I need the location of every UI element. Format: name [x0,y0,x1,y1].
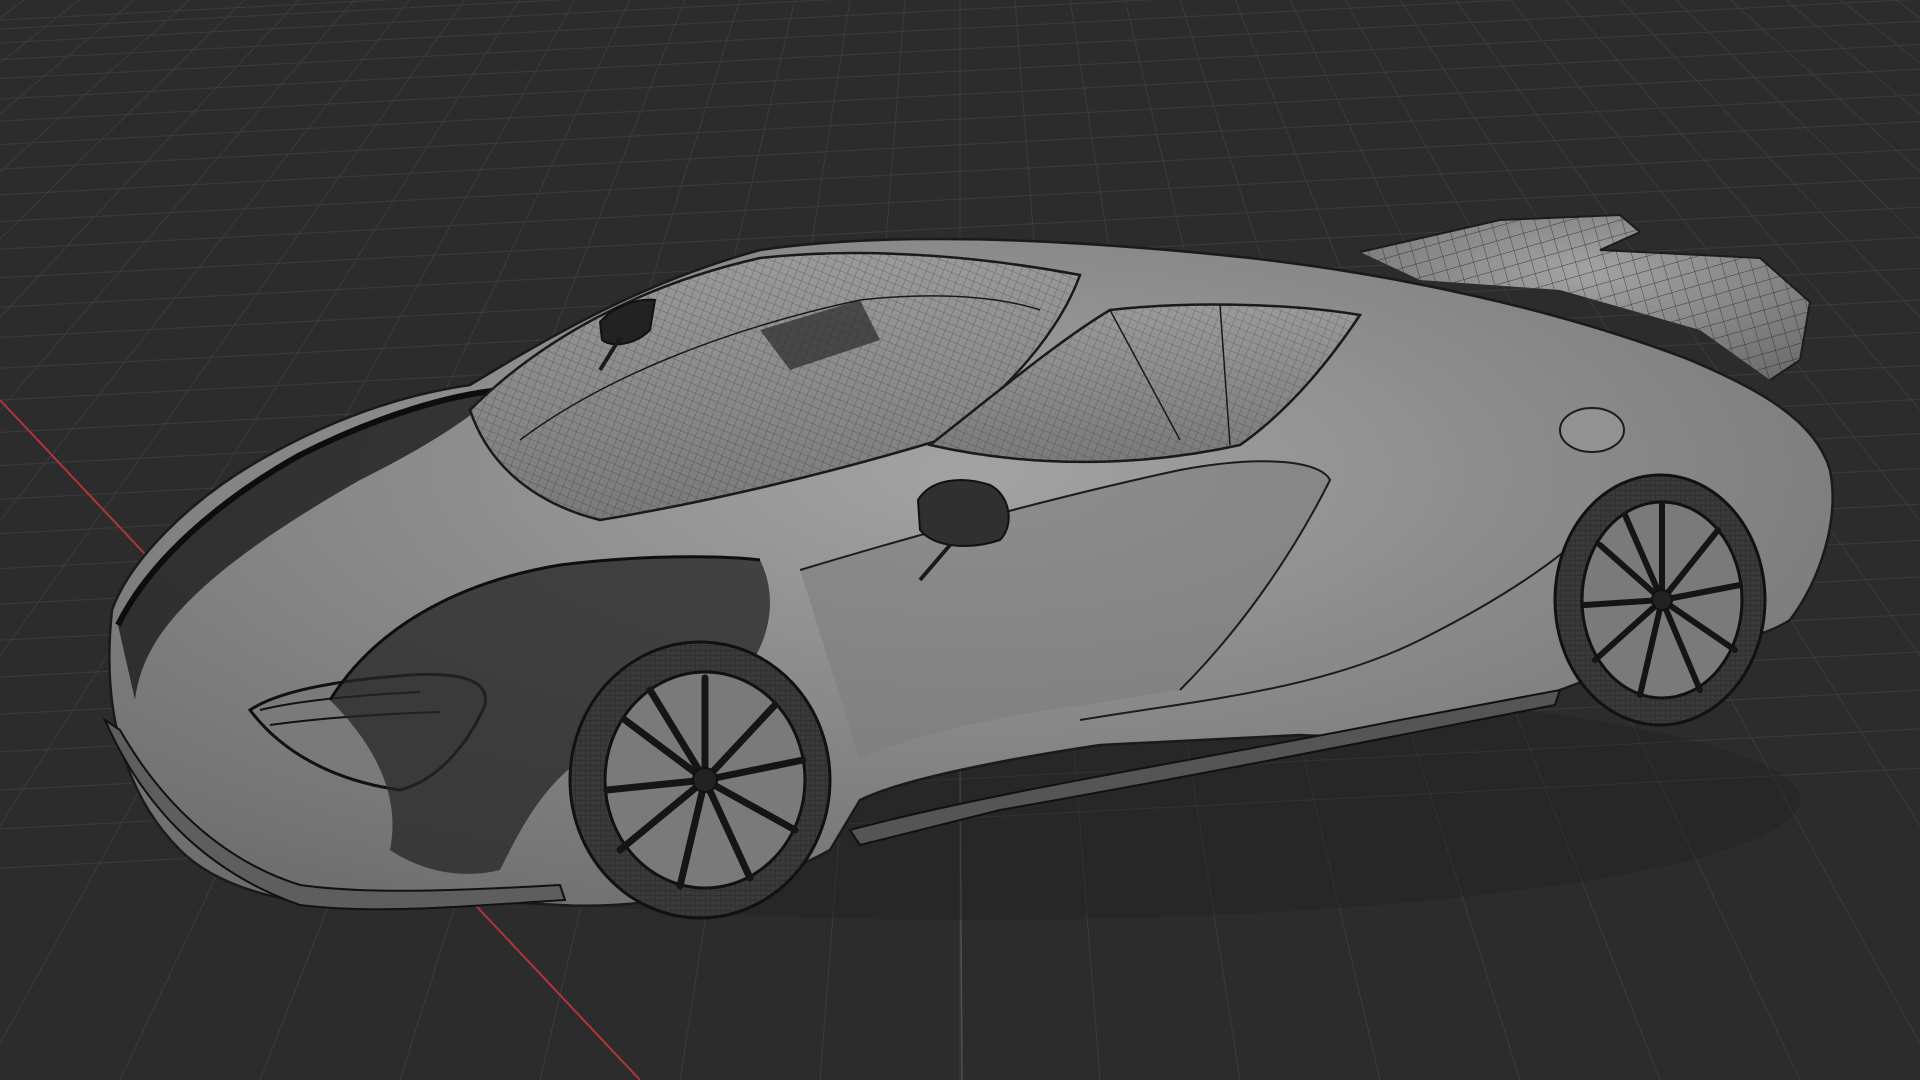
car-model[interactable] [102,213,1834,920]
front-wheel[interactable] [568,640,832,920]
rear-wheel[interactable] [1553,473,1767,727]
viewport-canvas[interactable] [0,0,1920,1080]
3d-viewport[interactable] [0,0,1920,1080]
fuel-cap [1559,407,1625,453]
